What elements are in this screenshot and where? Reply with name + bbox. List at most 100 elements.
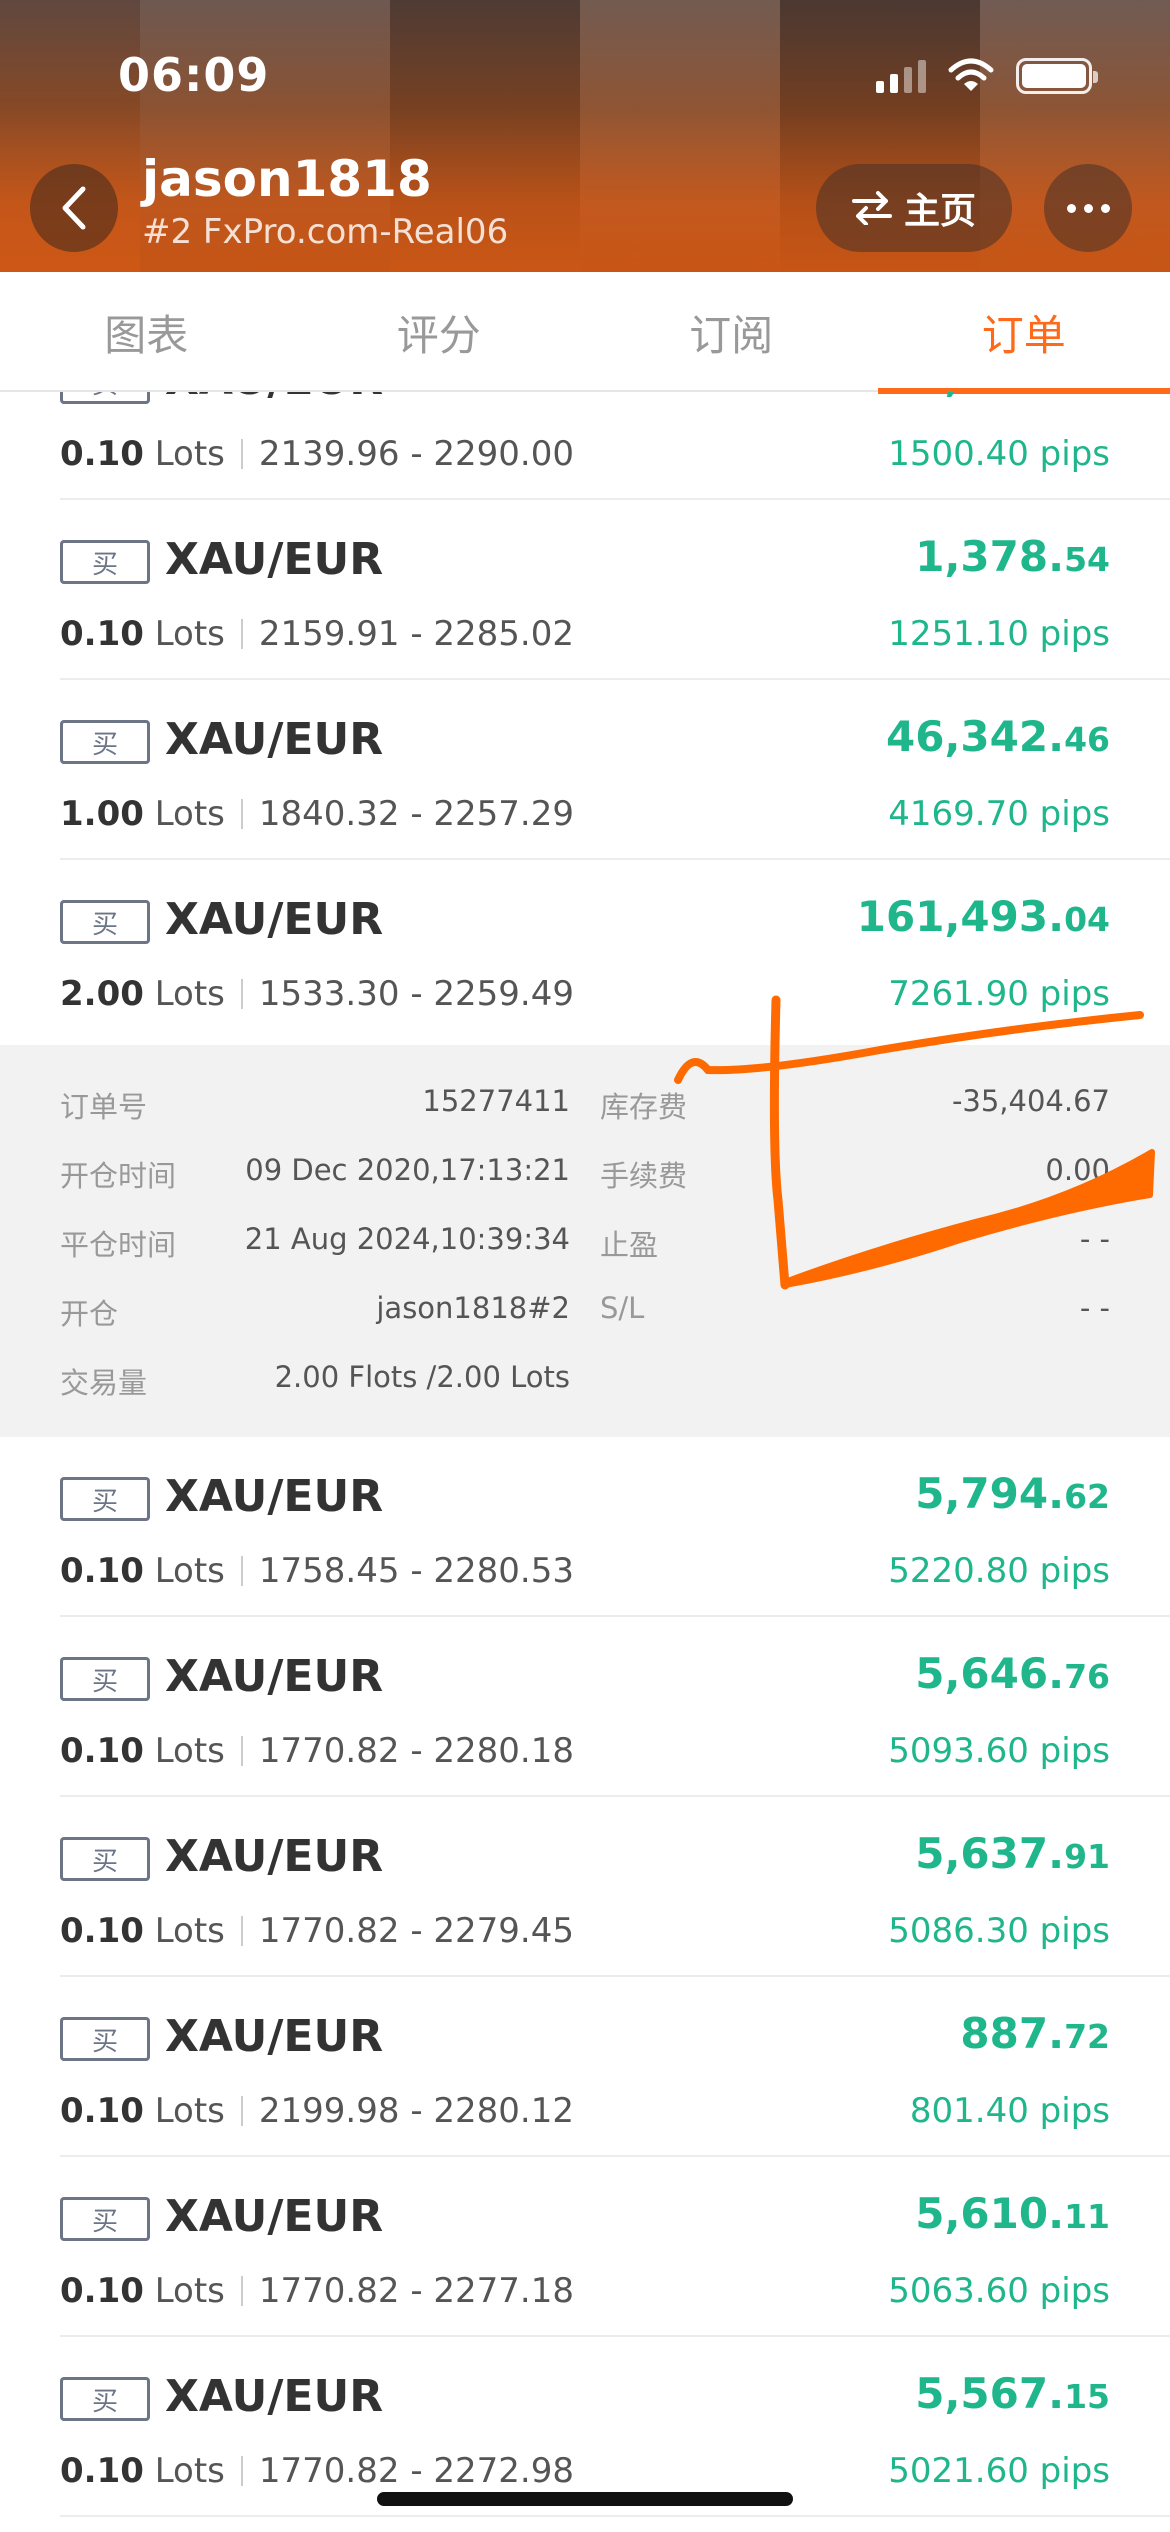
detail-label-open-time: 开仓时间 [60, 1159, 177, 1193]
order-profit: 46,342.46 [886, 712, 1110, 761]
profit-decimal: 73 [1064, 392, 1110, 399]
detail-volume: 2.00 Flots /2.00 Lots [274, 1360, 570, 1394]
buy-tag: 买 [60, 1477, 150, 1521]
order-profit: 161,493.04 [857, 892, 1110, 941]
lots-unit: Lots [154, 1731, 225, 1771]
detail-commission: 0.00 [1045, 1153, 1110, 1187]
order-symbol: XAU/EUR [165, 894, 384, 945]
lots-unit: Lots [154, 614, 225, 654]
order-profit: 1,378.54 [915, 532, 1110, 581]
order-pips: 5021.60 pips [888, 2451, 1110, 2491]
order-pips: 1251.10 pips [888, 614, 1110, 654]
order-profit: 5,610.11 [915, 2189, 1110, 2238]
order-pips: 801.40 pips [909, 2091, 1110, 2131]
order-lots-line: 0.10 Lots 2199.98 - 2280.12 [60, 2091, 574, 2131]
detail-take-profit: - - [1079, 1222, 1110, 1256]
detail-label-volume: 交易量 [60, 1366, 148, 1400]
profit-decimal: 62 [1064, 1477, 1110, 1516]
order-row[interactable]: 买 XAU/EUR 0.10 Lots 2139.96 - 2290.00 1,6… [0, 392, 1170, 500]
swap-arrows-icon [851, 191, 892, 225]
chevron-left-icon [62, 186, 86, 230]
order-lots: 0.10 [60, 434, 144, 474]
more-options-button[interactable] [1044, 164, 1132, 252]
buy-tag: 买 [60, 2017, 150, 2061]
profit-decimal: 11 [1064, 2197, 1110, 2236]
order-price-range: 2199.98 - 2280.12 [258, 2091, 574, 2131]
buy-tag: 买 [60, 540, 150, 584]
profit-integer: 161,493. [856, 892, 1065, 941]
order-detail-panel: 订单号 15277411 库存费 -35,404.67 开仓时间 09 Dec … [0, 1045, 1170, 1437]
detail-close-time: 21 Aug 2024,10:39:34 [244, 1222, 570, 1256]
tab-rating[interactable]: 评分 [293, 272, 586, 392]
profit-integer: 46,342. [886, 712, 1065, 761]
order-profit: 5,637.91 [915, 1829, 1110, 1878]
order-row[interactable]: 买 XAU/EUR 0.10 Lots 1770.82 - 2272.98 5,5… [0, 2337, 1170, 2517]
profit-integer: 5,646. [915, 1649, 1065, 1698]
order-row[interactable]: 买 XAU/EUR 0.10 Lots 2199.98 - 2280.12 887… [0, 1977, 1170, 2157]
profit-integer: 1,378. [915, 532, 1065, 581]
detail-label-commission: 手续费 [600, 1159, 688, 1193]
order-pips: 5086.30 pips [888, 1911, 1110, 1951]
order-profit: 1,656.73 [915, 392, 1110, 401]
order-profit: 5,646.76 [915, 1649, 1110, 1698]
profit-decimal: 91 [1064, 1837, 1110, 1876]
account-header: 06:09 jason1818 #2 FxPro.com-Real06 主页 [0, 0, 1170, 272]
home-button-label: 主页 [903, 191, 976, 232]
order-lots-line: 0.10 Lots 1770.82 - 2272.98 [60, 2451, 574, 2491]
order-price-range: 2159.91 - 2285.02 [258, 614, 574, 654]
order-symbol: XAU/EUR [165, 534, 384, 585]
order-symbol: XAU/EUR [165, 2191, 384, 2242]
cellular-signal-icon [876, 59, 926, 93]
order-row[interactable]: 买 XAU/EUR 1.00 Lots 1840.32 - 2257.29 46,… [0, 680, 1170, 860]
order-symbol: XAU/EUR [165, 1471, 384, 1522]
profit-decimal: 72 [1064, 2017, 1110, 2056]
order-row[interactable]: 买 XAU/EUR 0.10 Lots 1770.82 - 2279.45 5,6… [0, 1797, 1170, 1977]
order-price-range: 1840.32 - 2257.29 [258, 794, 574, 834]
order-lots: 1.00 [60, 794, 144, 834]
order-row[interactable]: 买 XAU/EUR 0.10 Lots 2159.91 - 2285.02 1,3… [0, 500, 1170, 680]
order-pips: 5063.60 pips [888, 2271, 1110, 2311]
order-row[interactable]: 买 XAU/EUR 0.10 Lots 1770.82 - 2280.18 5,6… [0, 1617, 1170, 1797]
order-lots-line: 2.00 Lots 1533.30 - 2259.49 [60, 974, 574, 1014]
order-lots-line: 0.10 Lots 1770.82 - 2279.45 [60, 1911, 574, 1951]
back-button[interactable] [30, 164, 118, 252]
order-lots-line: 0.10 Lots 1758.45 - 2280.53 [60, 1551, 574, 1591]
order-price-range: 2139.96 - 2290.00 [258, 434, 574, 474]
order-profit: 887.72 [960, 2009, 1110, 2058]
order-lots: 0.10 [60, 1731, 144, 1771]
tab-orders[interactable]: 订单 [877, 272, 1170, 394]
order-symbol: XAU/EUR [165, 1651, 384, 1702]
profit-integer: 5,794. [915, 1469, 1065, 1518]
order-symbol: XAU/EUR [165, 714, 384, 765]
order-row[interactable]: 买 XAU/EUR 0.10 Lots 1758.45 - 2280.53 5,7… [0, 1437, 1170, 1617]
order-profit: 5,794.62 [915, 1469, 1110, 1518]
account-name: jason1818 [142, 150, 432, 208]
lots-unit: Lots [154, 2451, 225, 2491]
order-price-range: 1770.82 - 2280.18 [258, 1731, 574, 1771]
order-row[interactable]: 买 XAU/EUR 0.10 Lots 1770.82 - 2277.18 5,6… [0, 2157, 1170, 2337]
order-price-range: 1770.82 - 2272.98 [258, 2451, 574, 2491]
buy-tag: 买 [60, 1837, 150, 1881]
buy-tag: 买 [60, 900, 150, 944]
order-price-range: 1770.82 - 2277.18 [258, 2271, 574, 2311]
order-lots: 0.10 [60, 2451, 144, 2491]
detail-label-order-no: 订单号 [60, 1090, 148, 1124]
lots-unit: Lots [154, 974, 225, 1014]
order-pips: 5220.80 pips [888, 1551, 1110, 1591]
profit-integer: 887. [960, 2009, 1065, 2058]
tab-subscribe[interactable]: 订阅 [585, 272, 878, 392]
order-list: 买 XAU/EUR 0.10 Lots 2139.96 - 2290.00 1,6… [0, 392, 1170, 2532]
profit-integer: 5,567. [915, 2369, 1065, 2418]
order-pips: 4169.70 pips [888, 794, 1110, 834]
home-button[interactable]: 主页 [816, 164, 1012, 252]
order-row-expanded[interactable]: 买 XAU/EUR 2.00 Lots 1533.30 - 2259.49 161… [0, 860, 1170, 1045]
profit-decimal: 46 [1064, 720, 1110, 759]
detail-label-close-time: 平仓时间 [60, 1228, 177, 1262]
order-symbol: XAU/EUR [165, 2371, 384, 2422]
order-price-range: 1770.82 - 2279.45 [258, 1911, 574, 1951]
profit-integer: 5,610. [915, 2189, 1065, 2238]
detail-label-swap: 库存费 [600, 1090, 688, 1124]
buy-tag: 买 [60, 2197, 150, 2241]
order-symbol: XAU/EUR [165, 1831, 384, 1882]
tab-chart[interactable]: 图表 [0, 272, 293, 392]
